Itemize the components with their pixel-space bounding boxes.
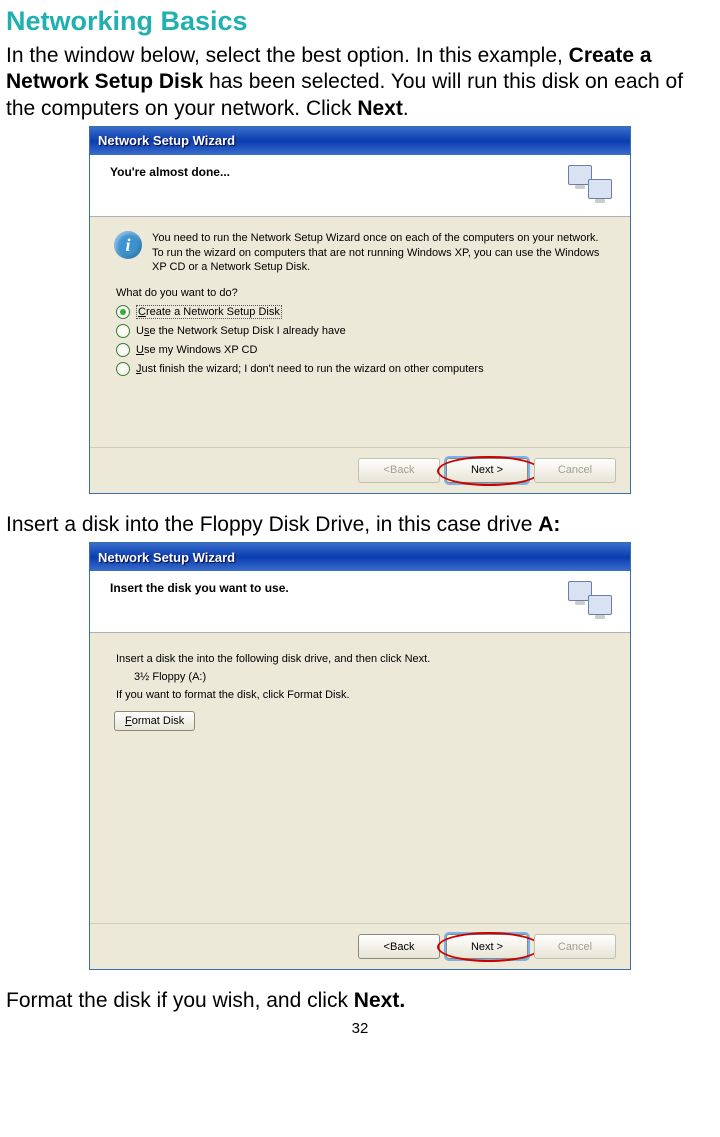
page-heading: Networking Basics [6, 6, 720, 37]
button-row: < Back Next > Cancel [90, 923, 630, 969]
window-title: Network Setup Wizard [98, 133, 235, 148]
format-disk-button[interactable]: Format Disk [114, 711, 195, 731]
title-bar[interactable]: Network Setup Wizard [90, 127, 630, 155]
computers-icon [568, 581, 616, 623]
radio-just-finish[interactable]: Just finish the wizard; I don't need to … [116, 362, 606, 376]
next-button[interactable]: Next > [446, 934, 528, 959]
radio-label: Use my Windows XP CD [136, 344, 257, 356]
intro-paragraph: In the window below, select the best opt… [6, 43, 716, 122]
text: Insert a disk into the Floppy Disk Drive… [6, 513, 538, 536]
computers-icon [568, 165, 616, 207]
radio-create-setup-disk[interactable]: Create a Network Setup Disk [116, 305, 606, 319]
text-bold: Next [357, 97, 403, 120]
next-button[interactable]: Next > [446, 458, 528, 483]
instruction-text: Insert a disk the into the following dis… [116, 653, 606, 665]
text: Format the disk if you wish, and click [6, 989, 354, 1012]
radio-use-existing-disk[interactable]: Use the Network Setup Disk I already hav… [116, 324, 606, 338]
window-title: Network Setup Wizard [98, 550, 235, 565]
radio-icon [116, 324, 130, 338]
radio-label: Just finish the wizard; I don't need to … [136, 363, 484, 375]
text: In the window below, select the best opt… [6, 44, 569, 67]
back-button: < Back [358, 458, 440, 483]
cancel-button: Cancel [534, 458, 616, 483]
info-icon: i [114, 231, 142, 259]
back-button[interactable]: < Back [358, 934, 440, 959]
wizard-subtitle: Insert the disk you want to use. [110, 581, 618, 595]
title-bar[interactable]: Network Setup Wizard [90, 543, 630, 571]
network-setup-wizard-dialog-2: Network Setup Wizard Insert the disk you… [89, 542, 631, 970]
footer-paragraph: Format the disk if you wish, and click N… [6, 988, 716, 1014]
radio-label: Create a Network Setup Disk [136, 305, 282, 319]
network-setup-wizard-dialog-1: Network Setup Wizard You're almost done.… [89, 126, 631, 494]
info-text: You need to run the Network Setup Wizard… [152, 231, 606, 276]
radio-label: Use the Network Setup Disk I already hav… [136, 325, 346, 337]
wizard-subtitle: You're almost done... [110, 165, 618, 179]
radio-icon [116, 305, 130, 319]
drive-label: 3½ Floppy (A:) [134, 671, 606, 683]
prompt-text: What do you want to do? [116, 287, 606, 299]
text-bold: Next. [354, 989, 405, 1012]
button-row: < Back Next > Cancel [90, 447, 630, 493]
text: . [403, 97, 409, 120]
wizard-header: Insert the disk you want to use. [90, 571, 630, 633]
radio-icon [116, 343, 130, 357]
page-number: 32 [0, 1020, 720, 1037]
wizard-header: You're almost done... [90, 155, 630, 217]
radio-use-xp-cd[interactable]: Use my Windows XP CD [116, 343, 606, 357]
radio-icon [116, 362, 130, 376]
middle-paragraph: Insert a disk into the Floppy Disk Drive… [6, 512, 716, 538]
cancel-button: Cancel [534, 934, 616, 959]
instruction-text: If you want to format the disk, click Fo… [116, 689, 606, 701]
text-bold: A: [538, 513, 560, 536]
